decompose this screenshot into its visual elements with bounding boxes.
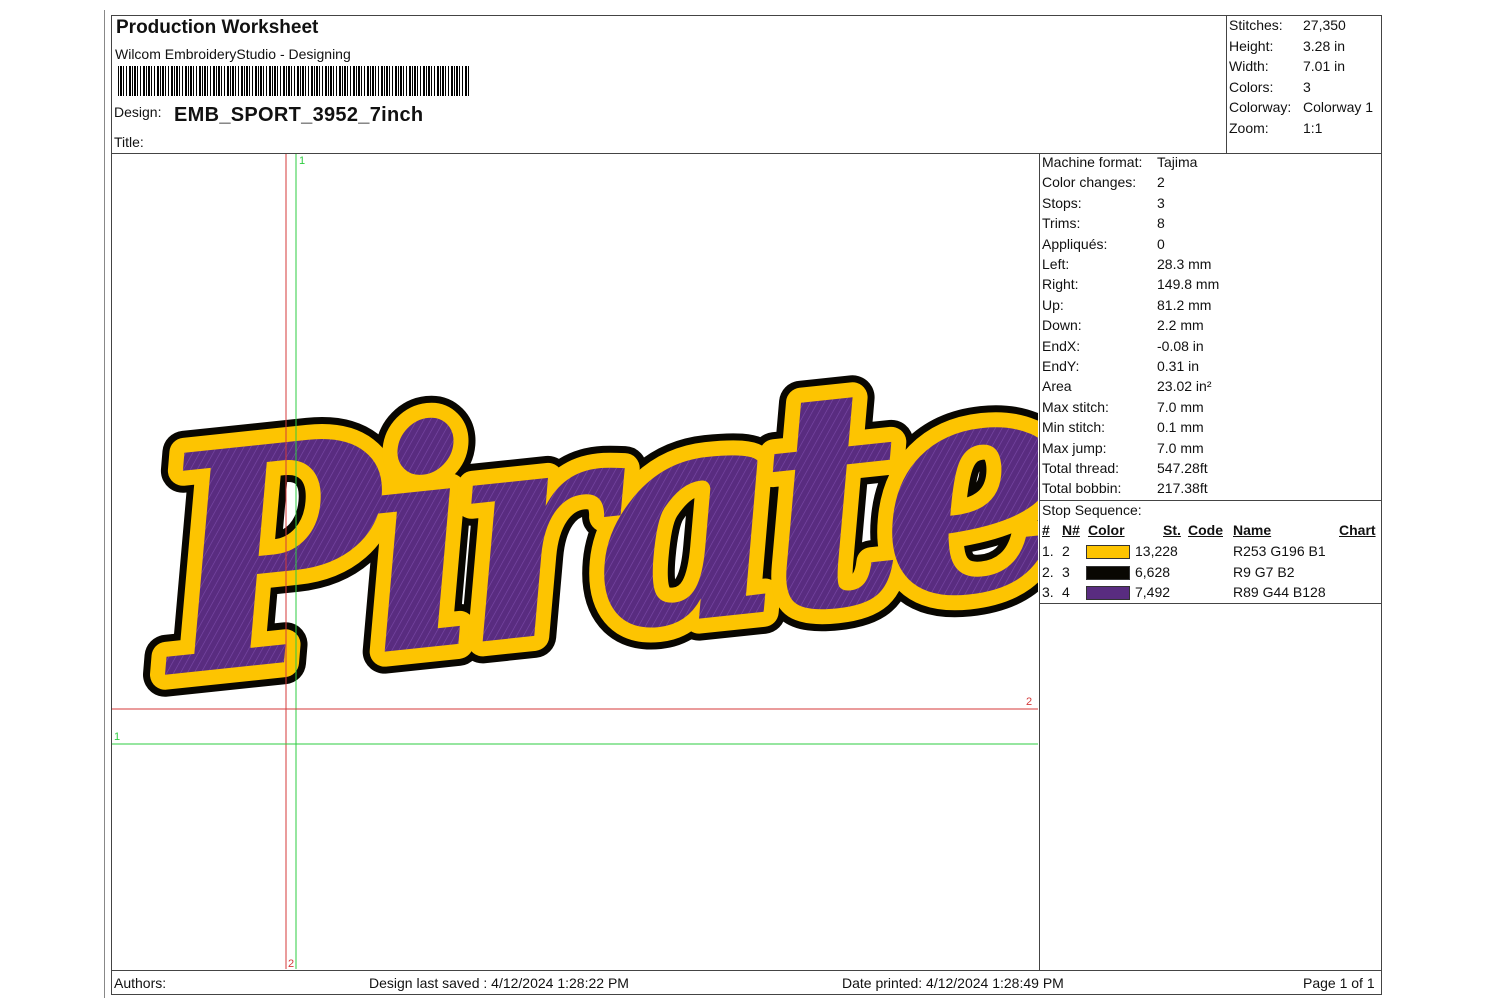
stop-sequence-title: Stop Sequence: [1042, 502, 1142, 518]
seq-row-color-name: R89 G44 B128 [1233, 584, 1326, 600]
seq-row-color-swatch [1086, 545, 1130, 559]
seq-row-needle: 3 [1062, 563, 1070, 580]
footer-date-printed: Date printed: 4/12/2024 1:28:49 PM [842, 975, 1064, 991]
col-header-color: Color [1088, 522, 1125, 538]
machine-info-value: 149.8 mm [1157, 276, 1220, 293]
machine-info-value: 0.31 in [1157, 358, 1200, 374]
info-divider [1039, 153, 1040, 970]
col-header-num: # [1042, 522, 1050, 538]
summary-value: Colorway 1 [1303, 99, 1374, 115]
summary-value: 3.28 in [1303, 37, 1346, 54]
title-label: Title: [114, 134, 144, 150]
machine-info-label: Stops: [1042, 194, 1082, 211]
seq-row-color-name: R253 G196 B1 [1233, 543, 1326, 559]
summary-value: 7.01 in [1303, 58, 1346, 74]
machine-info-label: Area [1042, 378, 1072, 395]
machine-info-label: Max jump: [1042, 439, 1107, 456]
page-edge [104, 10, 105, 998]
col-header-name: Name [1233, 522, 1272, 538]
guide-label-left: 1 [114, 731, 120, 743]
seq-row-stitches: 6,628 [1135, 563, 1171, 580]
summary-value: 3 [1303, 78, 1311, 95]
guide-label-bottom: 2 [288, 958, 294, 969]
machine-info-value: 547.28ft [1157, 460, 1208, 476]
worksheet-title: Production Worksheet [116, 17, 319, 38]
machine-info-value: 0 [1157, 235, 1165, 252]
machine-info-label: Total bobbin: [1042, 480, 1122, 497]
machine-info-label: Up: [1042, 296, 1064, 313]
summary-label: Width: [1229, 58, 1269, 74]
summary-label: Colors: [1229, 78, 1274, 95]
machine-info-label: Trims: [1042, 215, 1081, 232]
machine-info-label: EndY: [1042, 358, 1080, 374]
seq-row-stitches: 13,228 [1135, 543, 1178, 559]
pirates-design: Pirates Pirates Pirates [112, 261, 1038, 767]
machine-info-value: 2.2 mm [1157, 317, 1204, 334]
machine-info-label: EndX: [1042, 337, 1081, 354]
guide-label-right: 2 [1026, 696, 1032, 708]
machine-info-label: Min stitch: [1042, 419, 1106, 436]
machine-info-value: 8 [1157, 215, 1165, 232]
machine-info-value: 28.3 mm [1157, 256, 1212, 272]
seq-row-number: 3. [1042, 584, 1054, 600]
machine-info-value: 3 [1157, 194, 1165, 211]
summary-label: Height: [1229, 37, 1274, 54]
col-header-code: Code [1188, 522, 1223, 538]
summary-label: Colorway: [1229, 99, 1292, 115]
machine-info-label: Machine format: [1042, 154, 1143, 170]
col-header-needle: N# [1062, 522, 1080, 538]
machine-info-value: 23.02 in² [1157, 378, 1212, 395]
summary-value: 1:1 [1303, 119, 1323, 136]
footer-last-saved: Design last saved : 4/12/2024 1:28:22 PM [369, 975, 629, 991]
machine-info-value: 217.38ft [1157, 480, 1208, 497]
footer-page-number: Page 1 of 1 [1303, 975, 1375, 991]
design-canvas: Pirates Pirates Pirates 1 1 2 2 [112, 154, 1038, 969]
machine-info-label: Max stitch: [1042, 398, 1109, 415]
machine-info-value: -0.08 in [1157, 337, 1204, 354]
machine-info-value: 2 [1157, 174, 1165, 191]
stop-sequence-divider [1039, 500, 1382, 501]
seq-row-color-swatch [1086, 565, 1130, 580]
seq-row-number: 2. [1042, 563, 1054, 580]
col-header-chart: Chart [1339, 522, 1376, 538]
machine-info-label: Right: [1042, 276, 1079, 293]
machine-info-value: 0.1 mm [1157, 419, 1204, 436]
stop-sequence-bottom-divider [1039, 603, 1382, 604]
seq-row-color-swatch [1086, 586, 1130, 600]
machine-info-label: Appliqués: [1042, 235, 1108, 252]
machine-info-value: 81.2 mm [1157, 296, 1212, 313]
summary-divider [1226, 15, 1227, 153]
machine-info-label: Left: [1042, 256, 1070, 272]
summary-label: Zoom: [1229, 119, 1269, 136]
machine-info-value: Tajima [1157, 154, 1198, 170]
machine-info-value: 7.0 mm [1157, 398, 1204, 415]
design-name: EMB_SPORT_3952_7inch [174, 104, 424, 126]
design-fill-purple: Pirates [133, 283, 1038, 745]
footer-divider [111, 970, 1382, 971]
barcode [118, 66, 470, 96]
col-header-stitches: St. [1163, 522, 1181, 538]
seq-row-number: 1. [1042, 543, 1054, 559]
guide-label-top: 1 [299, 155, 305, 167]
software-name: Wilcom EmbroideryStudio - Designing [115, 46, 351, 62]
seq-row-color-name: R9 G7 B2 [1233, 563, 1295, 580]
machine-info-label: Color changes: [1042, 174, 1137, 191]
footer-authors: Authors: [114, 975, 167, 991]
seq-row-needle: 2 [1062, 543, 1070, 559]
seq-row-stitches: 7,492 [1135, 584, 1171, 600]
summary-value: 27,350 [1303, 17, 1346, 33]
machine-info-label: Down: [1042, 317, 1082, 334]
seq-row-needle: 4 [1062, 584, 1070, 600]
machine-info-value: 7.0 mm [1157, 439, 1204, 456]
machine-info-label: Total thread: [1042, 460, 1120, 476]
summary-label: Stitches: [1229, 17, 1283, 33]
design-label: Design: [114, 104, 162, 120]
